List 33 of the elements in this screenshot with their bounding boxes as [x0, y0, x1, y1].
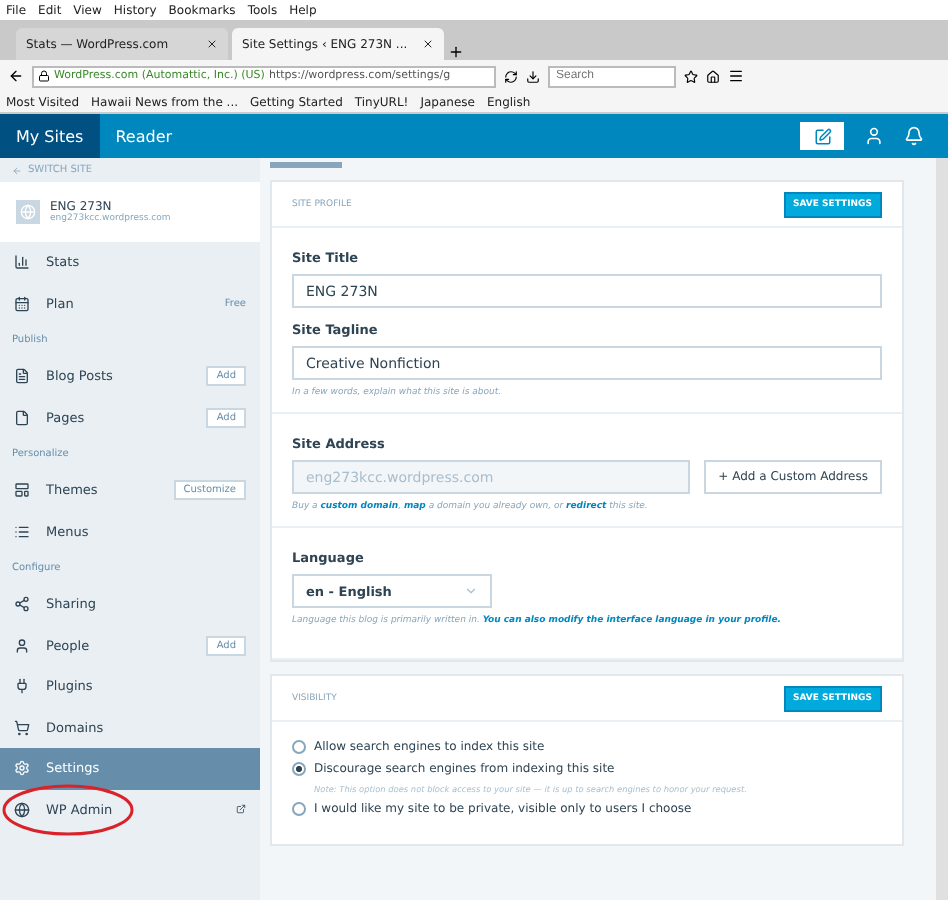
person-icon	[14, 637, 30, 654]
radio-button[interactable]	[292, 740, 306, 754]
page-icon	[14, 409, 30, 426]
layout-icon	[14, 482, 30, 499]
plug-icon	[14, 678, 30, 695]
settings-icon	[14, 760, 30, 777]
back-icon[interactable]	[8, 68, 24, 84]
close-icon[interactable]	[422, 38, 434, 50]
write-button[interactable]	[800, 122, 844, 150]
new-tab-icon[interactable]	[448, 44, 464, 60]
edit-icon	[813, 127, 831, 145]
download-icon[interactable]	[526, 69, 540, 83]
globe-icon	[14, 801, 30, 818]
reload-icon[interactable]	[504, 69, 518, 83]
home-icon[interactable]	[706, 69, 720, 83]
avatar-icon[interactable]	[864, 126, 884, 146]
reader-button[interactable]: Reader	[99, 114, 189, 158]
menu-icon[interactable]	[728, 68, 744, 84]
radio-button[interactable]	[292, 762, 306, 776]
bar-chart-icon	[14, 254, 30, 271]
cart-icon	[14, 719, 30, 736]
lock-icon	[38, 70, 50, 82]
share-icon	[14, 596, 30, 613]
document-icon	[14, 368, 30, 385]
my-sites-button[interactable]: My Sites	[0, 114, 100, 158]
close-icon[interactable]	[206, 38, 218, 50]
notifications-icon[interactable]	[904, 126, 924, 146]
radio-button[interactable]	[292, 802, 306, 816]
back-arrow-icon	[12, 165, 22, 175]
calendar-icon	[14, 295, 30, 312]
chevron-down-icon	[464, 584, 478, 598]
star-icon[interactable]	[684, 69, 698, 83]
list-icon	[14, 523, 30, 540]
